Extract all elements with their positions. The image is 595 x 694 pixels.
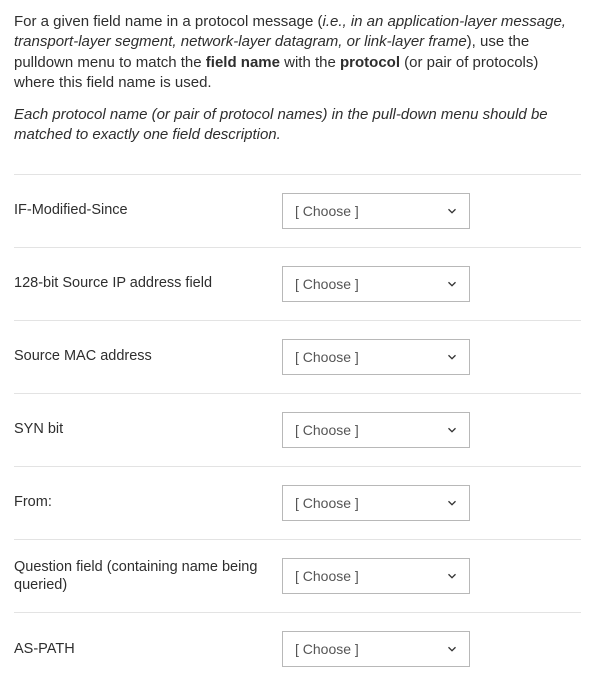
chevron-down-icon [445,204,459,218]
question-row: AS-PATH [ Choose ] [14,612,581,677]
question-rows: IF-Modified-Since [ Choose ] 128-bit Sou… [14,174,581,677]
question-row: IF-Modified-Since [ Choose ] [14,174,581,247]
intro-text-pre: For a given field name in a protocol mes… [14,13,323,30]
select-value: [ Choose ] [295,203,359,219]
question-row: SYN bit [ Choose ] [14,393,581,466]
field-label: 128-bit Source IP address field [14,274,282,292]
protocol-select[interactable]: [ Choose ] [282,485,470,521]
select-value: [ Choose ] [295,568,359,584]
intro-text-mid2: with the [280,54,340,71]
select-value: [ Choose ] [295,276,359,292]
field-label: IF-Modified-Since [14,201,282,219]
instructions-note: Each protocol name (or pair of protocol … [14,105,581,146]
question-row: From: [ Choose ] [14,466,581,539]
protocol-select[interactable]: [ Choose ] [282,558,470,594]
field-label: SYN bit [14,420,282,438]
field-label: Question field (containing name being qu… [14,558,282,594]
instructions-paragraph: For a given field name in a protocol mes… [14,12,581,93]
chevron-down-icon [445,350,459,364]
question-row: Source MAC address [ Choose ] [14,320,581,393]
protocol-select[interactable]: [ Choose ] [282,266,470,302]
protocol-select[interactable]: [ Choose ] [282,193,470,229]
field-label: From: [14,493,282,511]
protocol-select[interactable]: [ Choose ] [282,412,470,448]
chevron-down-icon [445,423,459,437]
chevron-down-icon [445,642,459,656]
intro-text-bold2: protocol [340,54,400,71]
chevron-down-icon [445,496,459,510]
select-value: [ Choose ] [295,495,359,511]
question-row: 128-bit Source IP address field [ Choose… [14,247,581,320]
field-label: Source MAC address [14,347,282,365]
select-value: [ Choose ] [295,641,359,657]
protocol-select[interactable]: [ Choose ] [282,339,470,375]
select-value: [ Choose ] [295,349,359,365]
question-row: Question field (containing name being qu… [14,539,581,612]
select-value: [ Choose ] [295,422,359,438]
chevron-down-icon [445,569,459,583]
chevron-down-icon [445,277,459,291]
intro-text-bold1: field name [206,54,280,71]
field-label: AS-PATH [14,640,282,658]
protocol-select[interactable]: [ Choose ] [282,631,470,667]
